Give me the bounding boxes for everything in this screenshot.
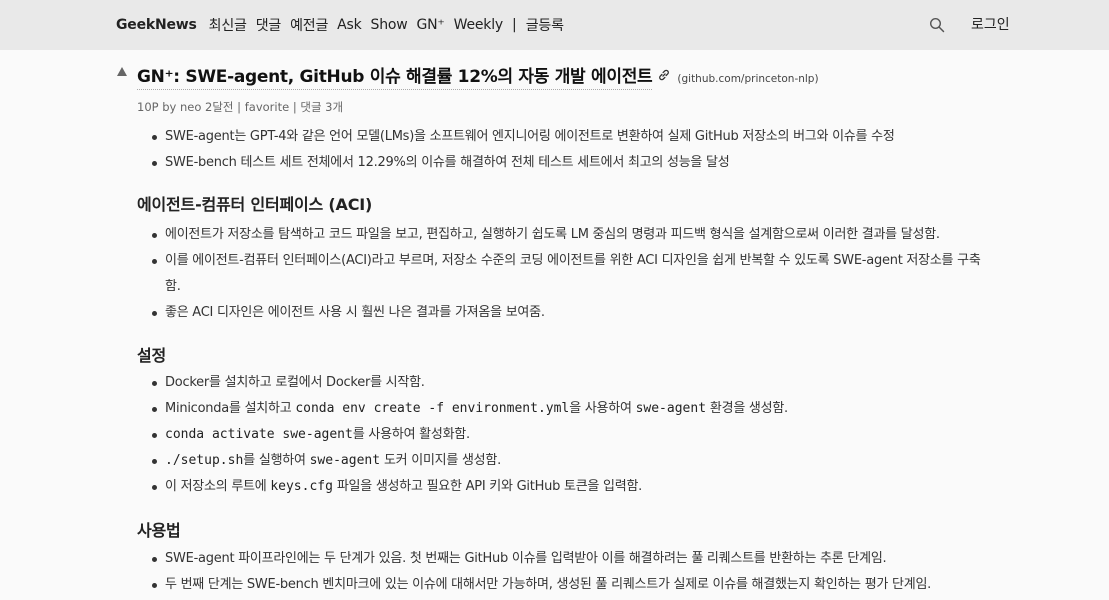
text: 환경을 생성함. (706, 401, 788, 416)
text: 를 사용하여 활성화함. (352, 427, 470, 442)
text: Miniconda를 설치하고 (165, 401, 296, 416)
list-item: 에이전트가 저장소를 탐색하고 코드 파일을 보고, 편집하고, 실행하기 쉽도… (149, 222, 989, 248)
nav-separator: | (511, 17, 517, 33)
text: 를 실행하여 (243, 453, 310, 468)
nav-past[interactable]: 예전글 (290, 15, 328, 35)
list-item: Miniconda를 설치하고 conda env create -f envi… (149, 396, 989, 422)
post-title-row: GN⁺: SWE-agent, GitHub 이슈 해결률 12%의 자동 개발… (137, 62, 819, 90)
list-item: 좋은 ACI 디자인은 에이전트 사용 시 훨씬 나은 결과를 가져옴을 보여줌… (149, 300, 989, 326)
link-icon[interactable] (657, 68, 671, 82)
post-detail: GN⁺: SWE-agent, GitHub 이슈 해결률 12%의 자동 개발… (0, 50, 1109, 600)
code-snippet: ./setup.sh (165, 453, 244, 468)
code-snippet: swe-agent (635, 401, 707, 416)
upvote-arrow-icon[interactable] (117, 67, 127, 76)
text: 도커 이미지를 생성함. (380, 453, 501, 468)
nav-weekly[interactable]: Weekly (454, 17, 504, 33)
login-link[interactable]: 로그인 (971, 0, 1010, 50)
list-item: SWE-agent는 GPT-4와 같은 언어 모델(LMs)을 소프트웨어 엔… (149, 124, 989, 150)
section-heading-usage: 사용법 (137, 521, 181, 540)
post-meta: 10P by neo 2달전 | favorite | 댓글 3개 (137, 99, 343, 115)
nav-gn-plus[interactable]: GN⁺ (417, 17, 445, 33)
post-title[interactable]: GN⁺: SWE-agent, GitHub 이슈 해결률 12%의 자동 개발… (137, 62, 653, 90)
code-snippet: swe-agent (309, 453, 381, 468)
code-snippet: conda env create -f environment.yml (295, 401, 570, 416)
meta-separator: | (289, 100, 301, 114)
list-item: ./setup.sh를 실행하여 swe-agent 도커 이미지를 생성함. (149, 448, 989, 474)
section-heading-aci: 에이전트-컴퓨터 인터페이스 (ACI) (137, 195, 373, 214)
usage-list: SWE-agent 파이프라인에는 두 단계가 있음. 첫 번째는 GitHub… (149, 546, 989, 598)
main-nav: GeekNews 최신글 댓글 예전글 Ask Show GN⁺ Weekly … (116, 0, 573, 50)
list-item: conda activate swe-agent를 사용하여 활성화함. (149, 422, 989, 448)
code-snippet: keys.cfg (270, 479, 333, 494)
post-domain[interactable]: (github.com/princeton-nlp) (677, 73, 818, 85)
list-item: 이 저장소의 루트에 keys.cfg 파일을 생성하고 필요한 API 키와 … (149, 474, 989, 500)
nav-latest[interactable]: 최신글 (209, 15, 247, 35)
search-icon[interactable] (929, 17, 945, 33)
nav-submit[interactable]: 글등록 (526, 15, 564, 35)
comments-link[interactable]: 댓글 3개 (300, 100, 343, 114)
intro-list: SWE-agent는 GPT-4와 같은 언어 모델(LMs)을 소프트웨어 엔… (149, 124, 989, 176)
list-item: 이를 에이전트-컴퓨터 인터페이스(ACI)라고 부르며, 저장소 수준의 코딩… (149, 248, 989, 300)
setup-list: Docker를 설치하고 로컬에서 Docker를 시작함. Miniconda… (149, 370, 989, 500)
nav-comments[interactable]: 댓글 (256, 15, 282, 35)
section-heading-setup: 설정 (137, 346, 167, 365)
text: 이 저장소의 루트에 (165, 479, 271, 494)
text: 파일을 생성하고 필요한 API 키와 GitHub 토큰을 입력함. (332, 479, 643, 494)
list-item: Docker를 설치하고 로컬에서 Docker를 시작함. (149, 370, 989, 396)
list-item: SWE-bench 테스트 세트 전체에서 12.29%의 이슈를 해결하여 전… (149, 150, 989, 176)
list-item: SWE-agent 파이프라인에는 두 단계가 있음. 첫 번째는 GitHub… (149, 546, 989, 572)
nav-ask[interactable]: Ask (337, 17, 362, 33)
list-item: 두 번째 단계는 SWE-bench 벤치마크에 있는 이슈에 대해서만 가능하… (149, 572, 989, 598)
nav-show[interactable]: Show (371, 17, 408, 33)
favorite-link[interactable]: favorite (245, 100, 289, 114)
aci-list: 에이전트가 저장소를 탐색하고 코드 파일을 보고, 편집하고, 실행하기 쉽도… (149, 222, 989, 326)
text: 을 사용하여 (569, 401, 636, 416)
site-logo[interactable]: GeekNews (116, 17, 197, 33)
post-points-author[interactable]: 10P by neo 2달전 (137, 100, 234, 114)
top-navigation-bar: GeekNews 최신글 댓글 예전글 Ask Show GN⁺ Weekly … (0, 0, 1109, 50)
meta-separator: | (233, 100, 245, 114)
code-snippet: conda activate swe-agent (165, 427, 353, 442)
